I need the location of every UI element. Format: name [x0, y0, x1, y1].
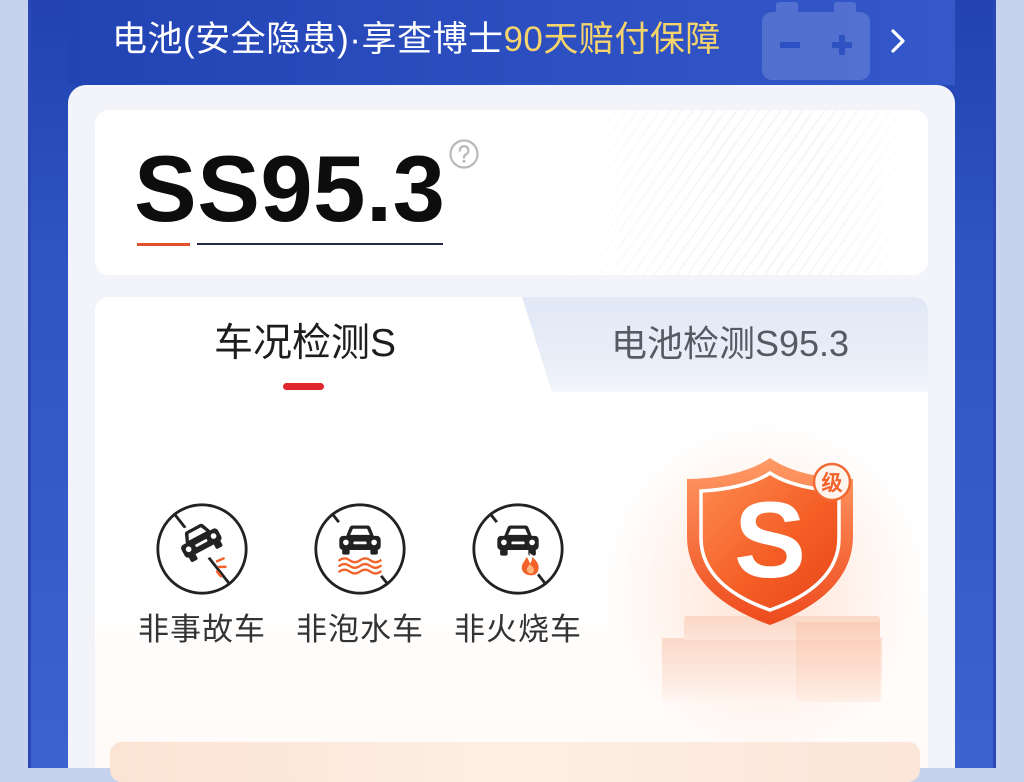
check-label-no-accident: 非事故车 [138, 612, 266, 647]
score-underline [197, 243, 443, 245]
banner-title-text: 电池(安全隐患)·享查博士 [112, 20, 504, 59]
active-tab-indicator [283, 383, 324, 390]
grade-letter: S [734, 479, 806, 600]
score-underline-accent [137, 243, 190, 246]
banner-title[interactable]: 电池(安全隐患)·享查博士90天赔付保障 [112, 16, 721, 64]
next-section-card [110, 742, 920, 782]
no-accident-car-icon [156, 503, 248, 595]
question-circle-icon[interactable] [448, 138, 480, 170]
grade-badge: 级 [822, 471, 843, 495]
score-box-pattern [560, 110, 928, 275]
check-label-no-flood: 非泡水车 [296, 612, 424, 647]
banner-highlight: 90天赔付保障 [503, 20, 721, 59]
battery-icon [762, 2, 870, 80]
tab-battery-inspection-label[interactable]: 电池检测S95.3 [532, 316, 928, 372]
overall-score: SS95.3 [134, 136, 446, 241]
tab-vehicle-inspection[interactable]: 车况检测S [95, 316, 515, 372]
chevron-right-icon[interactable] [886, 26, 910, 56]
check-label-no-fire: 非火烧车 [454, 612, 582, 647]
no-flood-car-icon [314, 503, 406, 595]
grade-shield-icon: S 级 [687, 458, 853, 625]
no-fire-car-icon [472, 503, 564, 595]
